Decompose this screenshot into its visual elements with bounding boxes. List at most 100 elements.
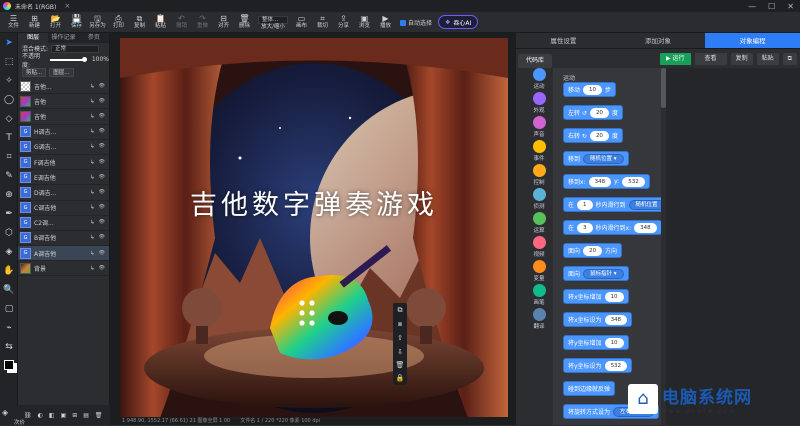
canvas-title-text[interactable]: 吉他数字弹奏游戏	[120, 183, 508, 222]
play-button[interactable]: ▶ 播放	[375, 12, 396, 30]
block-dropdown[interactable]: 随机位置	[628, 199, 661, 210]
maximize-icon[interactable]: ☐	[768, 2, 775, 11]
color-swatch[interactable]	[4, 360, 14, 370]
block-dropdown[interactable]: 随机位置 ▾	[583, 153, 624, 164]
lock-icon[interactable]: ↳	[90, 250, 95, 257]
run-button[interactable]: ▶ 运行	[660, 53, 691, 65]
layers-stack-icon[interactable]: ◈	[2, 408, 8, 417]
delete-object-icon[interactable]: 🗑	[396, 361, 405, 369]
document-tab[interactable]: 未命名 1(RGB)	[15, 2, 56, 11]
eye-icon[interactable]: 👁	[99, 189, 105, 196]
category-4[interactable]: 控制	[526, 164, 552, 188]
canvas-button[interactable]: ▭ 画布	[291, 12, 312, 30]
opacity-slider[interactable]	[50, 56, 87, 62]
category-9[interactable]: 画笔	[526, 284, 552, 308]
view-button[interactable]: 查看	[694, 53, 727, 65]
layer-down-icon[interactable]: ⧈	[398, 320, 402, 329]
new-button[interactable]: ⊞ 新建	[24, 12, 45, 30]
code-block[interactable]: 面向 鼠标指针 ▾	[563, 266, 629, 281]
save-button[interactable]: 💾 保存	[66, 12, 87, 30]
open-button[interactable]: 📂 打开	[45, 12, 66, 30]
lock-icon[interactable]: ↳	[90, 189, 95, 196]
code-block[interactable]: 左转 ↺ 20 度	[563, 105, 623, 120]
block-input[interactable]: 532	[604, 360, 628, 371]
category-0[interactable]: 运动	[526, 68, 552, 92]
tab-add-object[interactable]: 添加对象	[611, 33, 706, 48]
category-1[interactable]: 外观	[526, 92, 552, 116]
block-input[interactable]: 532	[622, 176, 645, 187]
share-button[interactable]: ⇪ 分享	[333, 12, 354, 30]
layer-row[interactable]: G C调吉他 ↳ 👁	[18, 201, 109, 216]
layer-row[interactable]: 吉他 ↳ 👁	[18, 109, 109, 125]
code-block[interactable]: 在 1 秒内滑行到 随机位置	[563, 197, 661, 212]
close-window-icon[interactable]: ✕	[787, 2, 794, 11]
block-input[interactable]: 10	[604, 337, 624, 348]
eye-icon[interactable]: 👁	[99, 174, 105, 181]
redo-button[interactable]: ↷ 重做	[192, 12, 213, 30]
lock-icon[interactable]: ↳	[90, 143, 95, 150]
crop-tool-icon[interactable]: ⌗	[0, 147, 18, 166]
layer-row[interactable]: G H调吉... ↳ 👁	[18, 125, 109, 140]
code-block[interactable]: 将y坐标增加 10	[563, 335, 629, 350]
brush-tool-icon[interactable]: ✎	[0, 166, 18, 185]
delete-button[interactable]: 🗑 删除	[234, 12, 255, 30]
hand-tool-icon[interactable]: ✋	[0, 261, 18, 280]
fx-icon[interactable]: ◐	[38, 412, 43, 419]
folder-icon[interactable]: ▤	[83, 412, 89, 419]
code-block[interactable]: 碰到边缘就反弹	[563, 381, 616, 396]
checkbox-icon[interactable]	[400, 19, 406, 26]
copy-button[interactable]: ⧉ 复制	[129, 12, 150, 30]
link-icon[interactable]: ⛓	[24, 412, 32, 419]
category-8[interactable]: 变量	[526, 260, 552, 284]
code-library-tab[interactable]: 代码库	[518, 54, 552, 68]
lock-icon[interactable]: ↳	[90, 113, 95, 120]
layer-row[interactable]: G G调吉... ↳ 👁	[18, 140, 109, 155]
lock-icon[interactable]: ↳	[90, 128, 95, 135]
file-button[interactable]: ☰ 文件	[3, 12, 24, 30]
block-input[interactable]: 3	[577, 222, 593, 233]
artboard[interactable]: 吉他数字弹奏游戏	[120, 38, 508, 418]
zoom-tool-icon[interactable]: 🔍	[0, 280, 18, 299]
block-input[interactable]: 1	[577, 199, 593, 210]
group-icon[interactable]: ▣	[61, 412, 67, 419]
lock-icon[interactable]: ↳	[90, 174, 95, 181]
minimize-icon[interactable]: —	[748, 2, 756, 11]
lock-icon[interactable]: ↳	[90, 219, 95, 226]
fill-tool-icon[interactable]: ◈	[0, 242, 18, 261]
category-3[interactable]: 事件	[526, 140, 552, 164]
layer-row[interactable]: G B调吉他 ↳ 👁	[18, 231, 109, 247]
layer-row[interactable]: G D调吉... ↳ 👁	[18, 185, 109, 201]
lasso-tool-icon[interactable]: ◯	[0, 90, 18, 109]
eye-icon[interactable]: 👁	[99, 83, 105, 90]
eye-icon[interactable]: 👁	[99, 98, 105, 105]
lock-icon[interactable]: ↳	[90, 98, 95, 105]
undo-button[interactable]: ↶ 撤销	[171, 12, 192, 30]
clip-button[interactable]: 剪贴...	[22, 67, 47, 77]
block-input[interactable]: 348	[634, 222, 657, 233]
print-button[interactable]: ⎙ 打印	[108, 12, 129, 30]
eye-icon[interactable]: 👁	[99, 234, 105, 241]
align-button[interactable]: ⊟ 对齐	[213, 12, 234, 30]
eye-icon[interactable]: 👁	[99, 265, 105, 272]
pen-tool-icon[interactable]: ✒	[0, 204, 18, 223]
bring-front-icon[interactable]: ⇧	[397, 334, 403, 342]
eye-icon[interactable]: 👁	[99, 219, 105, 226]
layer-row[interactable]: G A调吉他 ↳ 👁	[18, 246, 109, 262]
category-2[interactable]: 声音	[526, 116, 552, 140]
lock-icon[interactable]: ↳	[90, 159, 95, 166]
save-as-button[interactable]: 🖫 另存为	[87, 12, 108, 30]
crop-button[interactable]: ⌗ 裁切	[312, 12, 333, 30]
marquee-tool-icon[interactable]: ⬚	[0, 52, 18, 71]
block-input[interactable]: 20	[589, 107, 609, 118]
block-input[interactable]: 10	[583, 84, 603, 95]
shape-tool-icon[interactable]: ⬡	[0, 223, 18, 242]
category-6[interactable]: 运算	[526, 212, 552, 236]
code-block[interactable]: 移动 10 步	[563, 82, 617, 97]
code-block[interactable]: 将y坐标设为 532	[563, 358, 633, 373]
layer-row[interactable]: G F调吉他 ↳ 👁	[18, 155, 109, 171]
layer-row[interactable]: 吉他 ↳ 👁	[18, 94, 109, 110]
zoom-select[interactable]: 整体...	[258, 16, 288, 24]
layer-row[interactable]: 吉他... ↳ 👁	[18, 79, 109, 95]
layer-row[interactable]: G E调吉他 ↳ 👁	[18, 170, 109, 186]
category-10[interactable]: 翻译	[526, 308, 552, 332]
